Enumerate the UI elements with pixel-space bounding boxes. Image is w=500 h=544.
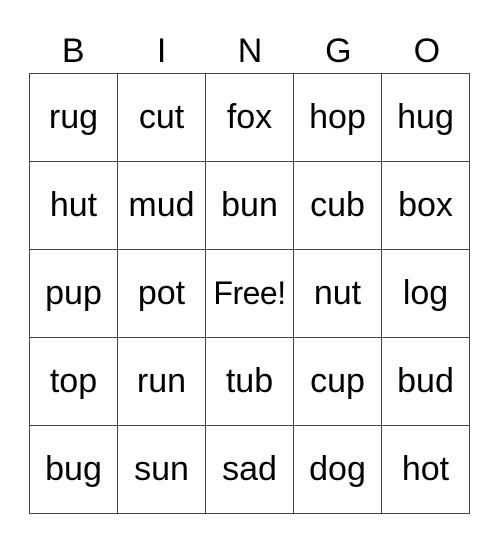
header-letter-n: N	[237, 32, 263, 70]
header-letter-b: B	[61, 32, 85, 70]
bingo-cell[interactable]: sun	[118, 426, 206, 514]
bingo-cell[interactable]: fox	[206, 74, 294, 162]
bingo-cell[interactable]: pot	[118, 250, 206, 338]
bingo-cell[interactable]: dog	[294, 426, 382, 514]
bingo-cell[interactable]: cup	[294, 338, 382, 426]
bingo-cell[interactable]: pup	[30, 250, 118, 338]
bingo-cell[interactable]: cut	[118, 74, 206, 162]
bingo-cell[interactable]: box	[382, 162, 470, 250]
bingo-cell[interactable]: nut	[294, 250, 382, 338]
header-letter-g: G	[325, 32, 352, 70]
free-space-cell[interactable]: Free!	[206, 250, 294, 338]
bingo-cell[interactable]: top	[30, 338, 118, 426]
header-letter-i: I	[156, 32, 167, 70]
bingo-cell[interactable]: bud	[382, 338, 470, 426]
bingo-header: B I N G O	[29, 31, 471, 71]
bingo-cell[interactable]: sad	[206, 426, 294, 514]
bingo-cell[interactable]: bun	[206, 162, 294, 250]
bingo-cell[interactable]: bug	[30, 426, 118, 514]
bingo-cell[interactable]: rug	[30, 74, 118, 162]
bingo-cell[interactable]: hot	[382, 426, 470, 514]
bingo-cell[interactable]: hug	[382, 74, 470, 162]
header-letter-o: O	[413, 32, 441, 70]
bingo-grid: rug cut fox hop hug hut mud bun cub box …	[29, 73, 470, 514]
bingo-cell[interactable]: log	[382, 250, 470, 338]
bingo-cell[interactable]: hut	[30, 162, 118, 250]
bingo-cell[interactable]: tub	[206, 338, 294, 426]
bingo-cell[interactable]: cub	[294, 162, 382, 250]
bingo-cell[interactable]: hop	[294, 74, 382, 162]
bingo-cell[interactable]: run	[118, 338, 206, 426]
bingo-cell[interactable]: mud	[118, 162, 206, 250]
